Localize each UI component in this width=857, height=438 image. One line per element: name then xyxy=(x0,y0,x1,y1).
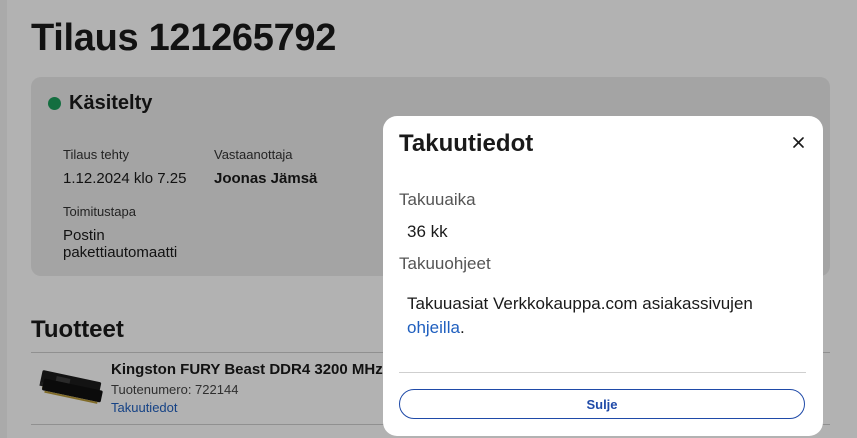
warranty-period-label: Takuuaika xyxy=(399,190,476,209)
instructions-suffix: . xyxy=(459,318,465,337)
warranty-modal: Takuutiedot Takuuaika 36 kk Takuuohjeet … xyxy=(383,116,823,436)
warranty-period-value: 36 kk xyxy=(407,222,448,241)
warranty-instructions-label: Takuuohjeet xyxy=(399,254,491,273)
close-icon[interactable] xyxy=(784,128,812,156)
instructions-text: Takuuasiat Verkkokauppa.com asiakassivuj… xyxy=(407,294,753,313)
modal-divider xyxy=(399,372,806,373)
warranty-instructions-text: Takuuasiat Verkkokauppa.com asiakassivuj… xyxy=(407,292,787,340)
modal-title: Takuutiedot xyxy=(399,130,534,157)
instructions-link[interactable]: ohjeilla xyxy=(407,318,460,337)
close-button[interactable]: Sulje xyxy=(399,389,805,419)
